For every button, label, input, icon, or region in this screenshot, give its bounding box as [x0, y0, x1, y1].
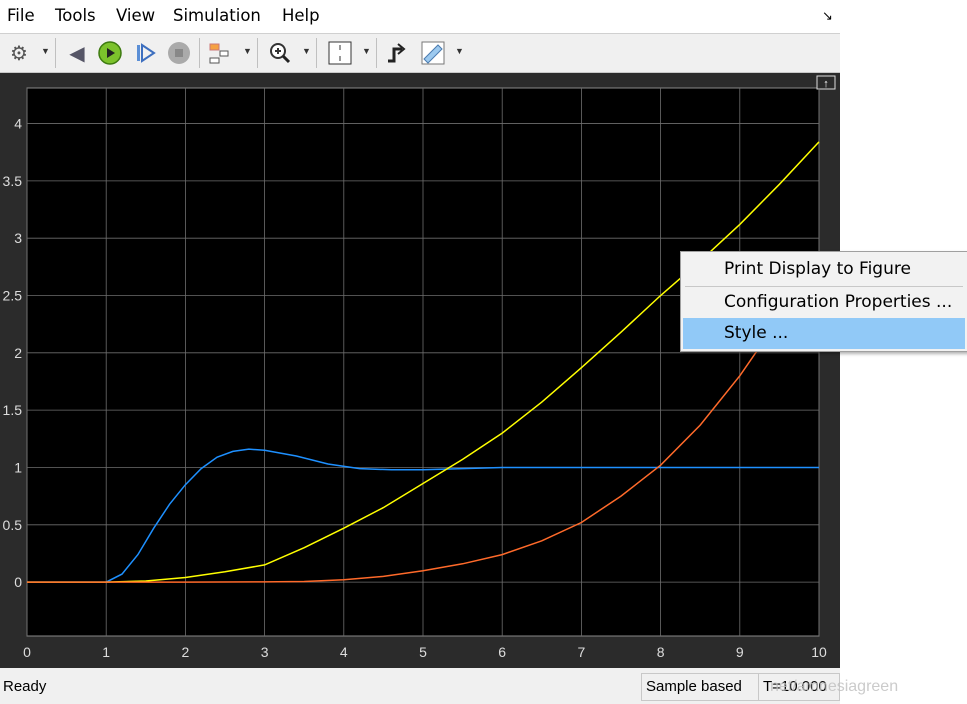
status-bar: Ready Sample based T=10.000 [0, 668, 840, 704]
x-tick-label: 7 [578, 644, 586, 660]
status-ready: Ready [3, 678, 47, 695]
y-tick-label: 1.5 [3, 402, 23, 418]
x-tick-label: 3 [261, 644, 269, 660]
y-tick-label: 2.5 [3, 288, 23, 304]
sample-mode: Sample based [641, 673, 759, 701]
menu-item-configuration-properties[interactable]: Configuration Properties ... [683, 287, 965, 318]
x-tick-label: 2 [182, 644, 190, 660]
x-tick-label: 10 [811, 644, 827, 660]
x-tick-label: 5 [419, 644, 427, 660]
y-tick-label: 3.5 [3, 173, 23, 189]
x-tick-label: 9 [736, 644, 744, 660]
x-tick-label: 6 [498, 644, 506, 660]
y-tick-label: 3 [14, 230, 22, 246]
context-menu: Print Display to Figure Configuration Pr… [680, 251, 967, 352]
expand-arrow: ↑ [823, 78, 829, 90]
y-tick-label: 1 [14, 459, 22, 475]
menu-item-style[interactable]: Style ... [683, 318, 965, 349]
x-tick-label: 1 [102, 644, 110, 660]
y-tick-label: 4 [14, 116, 22, 132]
watermark: net/amnesiagreen [770, 678, 899, 695]
menu-item-print-display[interactable]: Print Display to Figure [683, 254, 965, 285]
y-tick-label: 0 [14, 574, 22, 590]
x-tick-label: 8 [657, 644, 665, 660]
y-tick-label: 0.5 [3, 517, 23, 533]
y-tick-label: 2 [14, 345, 22, 361]
x-tick-label: 0 [23, 644, 31, 660]
x-tick-label: 4 [340, 644, 348, 660]
